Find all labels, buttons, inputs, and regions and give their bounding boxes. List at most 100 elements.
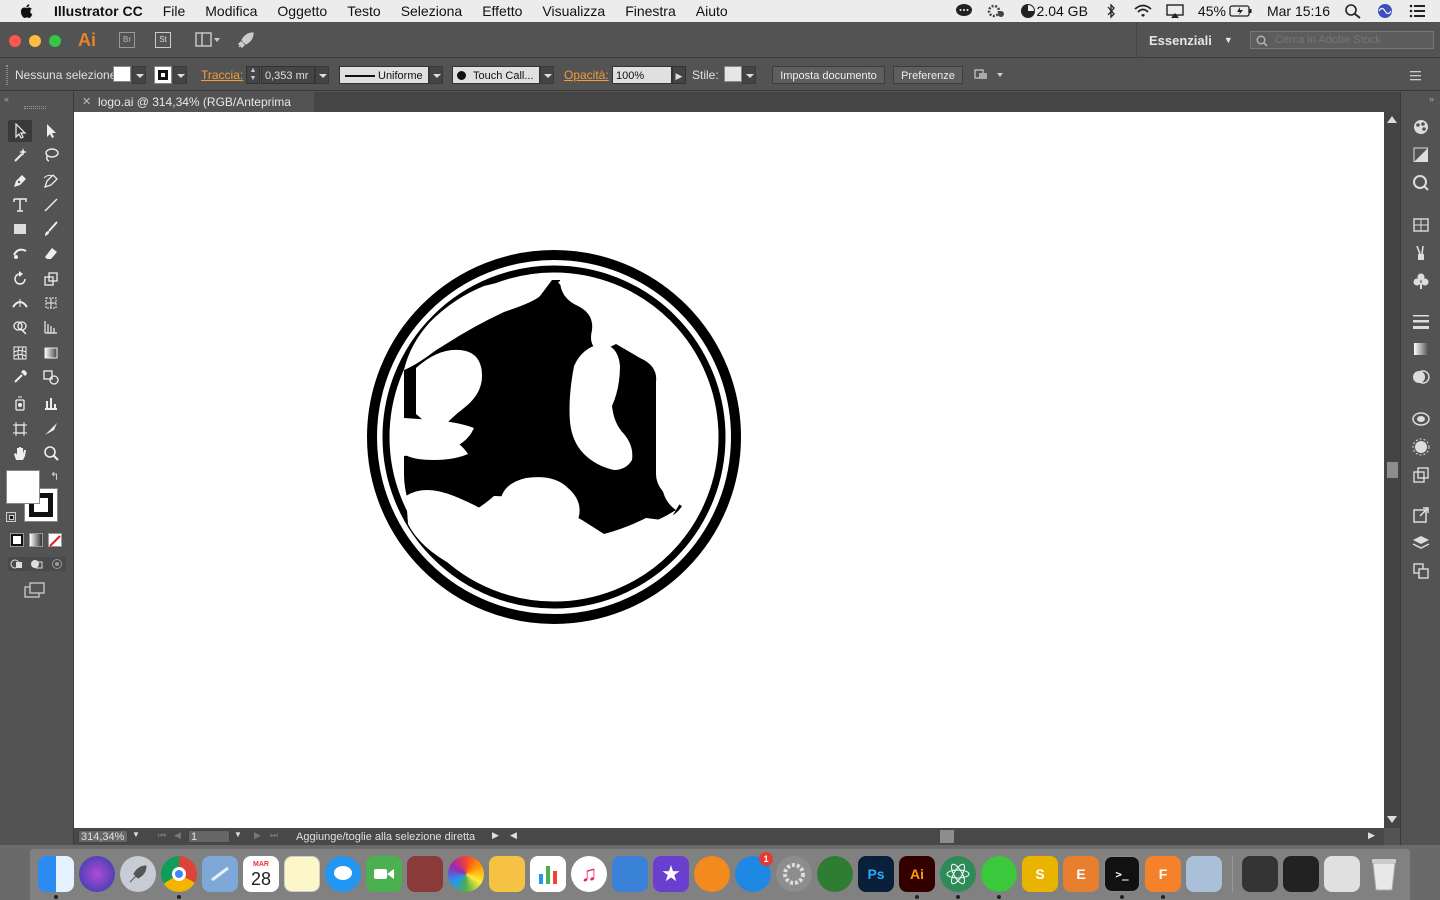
photos-app-icon[interactable] [448,856,484,892]
menu-file[interactable]: File [163,3,186,19]
libraries-icon[interactable] [1412,174,1430,192]
stroke-color-dropdown[interactable] [173,66,187,84]
memory-monitor[interactable]: 2.04 GB [1019,3,1088,19]
previous-artboard-icon[interactable]: ◀ [174,830,181,841]
maps-globe-app-icon[interactable] [817,856,853,892]
draw-normal-icon[interactable] [10,558,24,570]
stroke-label[interactable]: Traccia: [201,66,243,84]
photoshop-app-icon[interactable]: Ps [858,856,894,892]
fill-color-swatch[interactable] [113,66,131,82]
fill-color-dropdown[interactable] [132,66,146,84]
documents-stack-icon[interactable] [1324,856,1360,892]
menu-oggetto[interactable]: Oggetto [277,3,327,19]
terminal-app-icon[interactable]: >_ [1104,856,1140,892]
graphic-styles-icon[interactable] [1412,438,1430,456]
system-preferences-icon[interactable] [776,856,812,892]
status-menu-arrow-icon[interactable]: ▶ [492,830,499,841]
preferences-button[interactable]: Preferenze [893,66,963,84]
menu-effetto[interactable]: Effetto [482,3,522,19]
panel-grip[interactable] [6,65,8,85]
swap-fill-stroke-icon[interactable]: ↰ [50,470,59,483]
close-tab-icon[interactable]: ✕ [82,92,91,112]
launchpad-rocket-icon[interactable] [120,856,156,892]
arrange-documents-icon[interactable] [195,32,223,48]
bridge-button[interactable]: Br [119,32,135,48]
siri-app-icon[interactable] [79,856,115,892]
wifi-icon[interactable] [1134,3,1152,19]
imovie-app-icon[interactable]: ★ [653,856,689,892]
opacity-field[interactable]: 100% [612,66,672,84]
illustrator-app-icon[interactable]: Ai [899,856,935,892]
color-guide-icon[interactable] [1412,118,1430,136]
itunes-app-icon[interactable]: ♫ [571,856,607,892]
next-artboard-icon[interactable]: ▶ [254,830,261,841]
zoom-tool[interactable] [39,442,63,464]
width-tool[interactable] [8,292,32,314]
expand-panels-icon[interactable]: » [1429,94,1434,104]
symbol-sprayer-tool[interactable] [8,392,32,414]
zoom-level-field[interactable]: 314,34% [78,830,128,843]
draw-behind-icon[interactable] [30,558,44,570]
hand-tool[interactable] [8,442,32,464]
selection-tool[interactable] [8,120,32,142]
document-setup-button[interactable]: Imposta documento [772,66,885,84]
swatches-icon[interactable] [1412,146,1430,164]
artboard-canvas[interactable] [74,112,1384,828]
app-menu[interactable]: Illustrator CC [54,3,143,19]
transparency-icon[interactable] [1412,368,1430,386]
change-screen-mode-icon[interactable] [24,582,46,598]
gradient-panel-icon[interactable] [1412,340,1430,358]
notification-center-icon[interactable] [1408,3,1426,19]
appearance-icon[interactable] [1412,410,1430,428]
keynote-app-icon[interactable] [612,856,648,892]
apple-menu-icon[interactable] [18,2,36,20]
default-fill-stroke-icon[interactable] [6,512,16,522]
vertical-scroll-thumb[interactable] [1387,462,1398,478]
fill-color-box[interactable] [6,470,40,504]
panel-grip[interactable] [24,106,46,109]
sketch-s-app-icon[interactable]: S [1022,856,1058,892]
app-store-icon[interactable]: 1 [735,852,773,892]
maximize-window-button[interactable] [49,35,61,47]
color-mode-button[interactable] [10,533,24,547]
curvature-tool[interactable] [39,170,63,192]
gpu-performance-rocket-icon[interactable] [236,30,256,50]
preview-app-icon[interactable] [202,856,238,892]
paintbrush-tool[interactable] [39,218,63,240]
mesh-tool[interactable] [8,342,32,364]
blend-tool[interactable] [39,366,63,388]
menu-visualizza[interactable]: Visualizza [542,3,605,19]
menu-finestra[interactable]: Finestra [625,3,676,19]
stroke-weight-field[interactable]: 0,353 mr [261,66,315,84]
asset-export-icon[interactable] [1412,466,1430,484]
graphic-style-dropdown[interactable] [742,66,756,84]
stroke-weight-dropdown[interactable] [315,66,329,84]
profile-dropdown[interactable] [429,66,443,84]
menu-testo[interactable]: Testo [347,3,380,19]
trash-icon[interactable] [1366,856,1402,892]
shaper-tool[interactable] [8,242,32,264]
align-options-icon[interactable] [973,66,1005,84]
brush-dropdown[interactable] [540,66,554,84]
slice-tool[interactable] [39,418,63,440]
battery-status[interactable]: 45% [1198,3,1253,19]
type-tool[interactable] [8,194,32,216]
first-artboard-icon[interactable]: ⏮ [158,830,166,841]
rectangle-tool[interactable] [8,218,32,240]
shape-builder-tool[interactable] [8,316,32,338]
photo-booth-app-icon[interactable] [407,856,443,892]
brush-definition[interactable]: Touch Call... [452,66,540,84]
logo-artwork[interactable] [364,248,744,628]
image-capture-app-icon[interactable] [1186,856,1222,892]
artboard-number-field[interactable]: 1 [188,830,230,843]
close-window-button[interactable] [9,35,21,47]
none-mode-button[interactable] [48,533,62,547]
direct-selection-tool[interactable] [39,120,63,142]
artboard-tool[interactable] [8,418,32,440]
ibooks-app-icon[interactable] [694,856,730,892]
last-artboard-icon[interactable]: ⏭ [270,830,278,841]
scroll-down-arrow-icon[interactable] [1387,816,1397,823]
facetime-app-icon[interactable] [366,856,402,892]
gradient-mode-button[interactable] [29,533,43,547]
workspace-switcher[interactable]: Essenziali ▼ [1136,22,1246,58]
